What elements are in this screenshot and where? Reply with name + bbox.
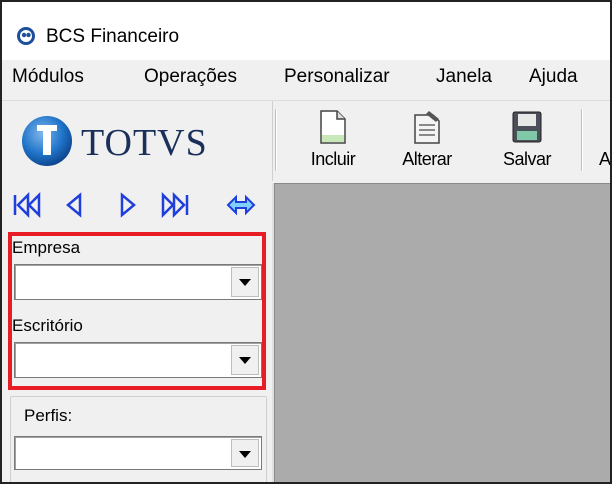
- mdi-workspace: [274, 183, 610, 482]
- logo-panel: TOTVS: [2, 101, 272, 181]
- perfis-label: Perfis:: [24, 406, 73, 425]
- toolbar: Incluir Alterar Salvar A: [272, 101, 611, 181]
- incluir-button[interactable]: Incluir: [299, 105, 367, 177]
- record-navigation: [2, 183, 272, 227]
- app-window: BCS Financeiro Módulos Operações Persona…: [0, 0, 612, 484]
- next-record-icon[interactable]: [112, 191, 142, 219]
- menu-bar: Módulos Operações Personalizar Janela Aj…: [2, 60, 610, 101]
- menu-operacoes[interactable]: Operações: [144, 66, 237, 88]
- highlight-box: [8, 232, 266, 390]
- logo-text: TOTVS: [81, 122, 208, 164]
- incluir-label: Incluir: [310, 149, 356, 169]
- app-icon: [17, 27, 35, 45]
- window-title: BCS Financeiro: [46, 26, 180, 47]
- salvar-button[interactable]: Salvar: [493, 105, 561, 177]
- chevron-down-icon[interactable]: [231, 439, 259, 467]
- save-disk-icon: [512, 111, 542, 143]
- title-bar: BCS Financeiro: [2, 2, 610, 60]
- last-record-icon[interactable]: [160, 191, 190, 219]
- partial-toolbar-button[interactable]: A: [579, 105, 611, 177]
- previous-record-icon[interactable]: [60, 191, 90, 219]
- first-record-icon[interactable]: [12, 191, 42, 219]
- menu-modulos[interactable]: Módulos: [12, 66, 84, 88]
- edit-document-icon: [414, 111, 440, 144]
- toolbar-separator: [275, 109, 277, 171]
- menu-personalizar[interactable]: Personalizar: [284, 66, 390, 88]
- totvs-logo: TOTVS: [22, 116, 208, 166]
- swap-icon[interactable]: [226, 191, 256, 219]
- perfis-select[interactable]: [14, 436, 262, 470]
- menu-janela[interactable]: Janela: [436, 66, 492, 88]
- alterar-label: Alterar: [402, 149, 452, 169]
- partial-label: A: [599, 149, 611, 169]
- new-document-icon: [320, 110, 346, 144]
- alterar-button[interactable]: Alterar: [393, 105, 461, 177]
- salvar-label: Salvar: [502, 149, 552, 169]
- menu-ajuda[interactable]: Ajuda: [529, 66, 578, 88]
